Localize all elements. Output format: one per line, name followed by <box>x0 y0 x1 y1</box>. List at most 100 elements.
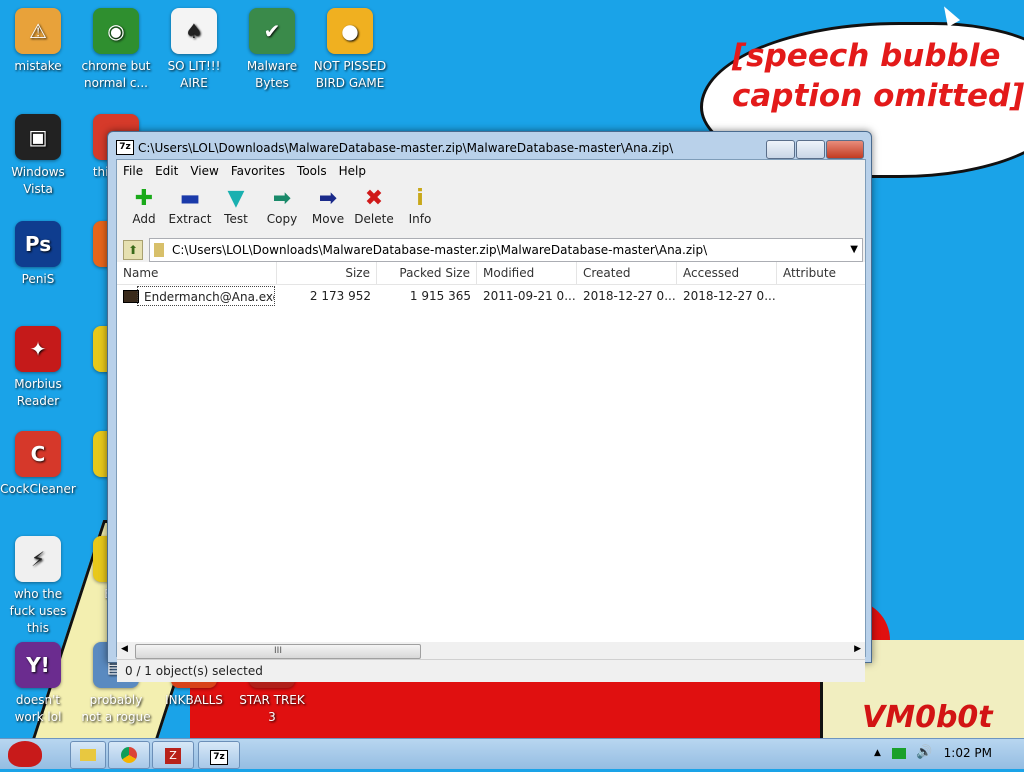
taskbar-filezilla-button[interactable]: Z <box>152 741 194 769</box>
file-modified-cell: 2011-09-21 0... <box>483 289 576 303</box>
column-accessed[interactable]: Accessed <box>677 262 777 284</box>
move-icon: ➡ <box>318 186 338 211</box>
window-title: C:\Users\LOL\Downloads\MalwareDatabase-m… <box>138 141 674 155</box>
test-icon: ▼ <box>227 186 245 211</box>
horizontal-scrollbar[interactable]: ◀ III ▶ <box>117 642 865 659</box>
desktop-icon-label: STAR TREK 3 <box>239 693 305 724</box>
taskbar-clock[interactable]: 1:02 PM <box>944 746 992 760</box>
delete-icon: ✖ <box>364 186 384 211</box>
taskbar-explorer-button[interactable] <box>70 741 106 769</box>
menu-edit[interactable]: Edit <box>149 160 184 182</box>
taskbar: Z 7z ▲ 🔊 1:02 PM <box>0 738 1024 769</box>
desktop-icon[interactable]: C CockCleaner <box>0 431 76 498</box>
menu-tools[interactable]: Tools <box>291 160 333 182</box>
scrollbar-thumb[interactable]: III <box>135 644 421 659</box>
menu-view[interactable]: View <box>184 160 224 182</box>
network-icon[interactable] <box>892 748 906 759</box>
taskbar-7zip-button[interactable]: 7z <box>198 741 240 769</box>
desktop-icon[interactable]: Ps PeniS <box>0 221 76 288</box>
desktop-icon-label: CockCleaner <box>0 482 76 496</box>
volume-icon[interactable]: 🔊 <box>916 745 932 760</box>
column-attributes[interactable]: Attribute <box>777 262 865 284</box>
table-row[interactable]: Endermanch@Ana.exe 2 173 952 1 915 365 2… <box>117 286 865 306</box>
column-name[interactable]: Name <box>117 262 277 284</box>
menu-file[interactable]: File <box>117 160 149 182</box>
column-header-row: Name Size Packed Size Modified Created A… <box>117 262 865 285</box>
desktop-icon-label: doesn't work lol <box>14 693 62 724</box>
file-accessed-cell: 2018-12-27 0... <box>683 289 776 303</box>
column-packed-size[interactable]: Packed Size <box>377 262 477 284</box>
desktop-icon[interactable]: ✔ Malware Bytes <box>234 8 310 92</box>
file-name-cell[interactable]: Endermanch@Ana.exe <box>137 286 275 306</box>
desktop-app-icon: ● <box>327 8 373 54</box>
test-button[interactable]: ▼ Test <box>213 186 259 226</box>
taskbar-chrome-button[interactable] <box>108 741 150 769</box>
info-icon: i <box>416 186 424 211</box>
column-size[interactable]: Size <box>277 262 377 284</box>
column-created[interactable]: Created <box>577 262 677 284</box>
toolbar-label: Info <box>408 212 432 226</box>
desktop-icon-label: Morbius Reader <box>14 377 62 408</box>
desktop-app-icon: Y! <box>15 642 61 688</box>
menu-favorites[interactable]: Favorites <box>225 160 291 182</box>
copy-button[interactable]: ➡ Copy <box>259 186 305 226</box>
desktop-icon-label: NOT PISSED BIRD GAME <box>313 59 387 90</box>
angry-bird-start-icon <box>8 741 42 767</box>
extract-button[interactable]: ▬ Extract <box>167 186 213 226</box>
toolbar-label: Copy <box>266 212 298 226</box>
file-attributes-cell <box>777 286 865 306</box>
desktop-icon-label: chrome but normal c... <box>81 59 151 90</box>
menu-help[interactable]: Help <box>333 160 372 182</box>
filezilla-icon: Z <box>165 748 181 764</box>
file-packed-size-cell: 1 915 365 <box>409 289 471 303</box>
desktop-app-icon: ◉ <box>93 8 139 54</box>
scroll-right-icon[interactable]: ▶ <box>854 644 861 654</box>
chevron-down-icon[interactable]: ▼ <box>850 239 858 261</box>
desktop-app-icon: Ps <box>15 221 61 267</box>
7zip-app-icon: 7z <box>116 140 134 155</box>
folder-icon <box>80 749 96 761</box>
desktop-icon[interactable]: ⚡ who the fuck uses this <box>0 536 76 637</box>
toolbar: ✚ Add ▬ Extract ▼ Test ➡ Copy ➡ Move ✖ Delete i Info <box>117 182 865 237</box>
delete-button[interactable]: ✖ Delete <box>351 186 397 226</box>
status-text: 0 / 1 object(s) selected <box>125 664 263 678</box>
desktop-app-icon: ✔ <box>249 8 295 54</box>
file-size-cell: 2 173 952 <box>309 289 371 303</box>
address-text: C:\Users\LOL\Downloads\MalwareDatabase-m… <box>172 243 708 257</box>
move-button[interactable]: ➡ Move <box>305 186 351 226</box>
address-input[interactable]: C:\Users\LOL\Downloads\MalwareDatabase-m… <box>149 238 863 262</box>
desktop-icon[interactable]: ● NOT PISSED BIRD GAME <box>312 8 388 92</box>
system-tray: ▲ 🔊 1:02 PM <box>854 739 1024 769</box>
scroll-left-icon[interactable]: ◀ <box>121 644 128 654</box>
start-button[interactable] <box>2 739 52 769</box>
desktop-icon[interactable]: ♠ SO LIT!!! AIRE <box>156 8 232 92</box>
desktop-icon[interactable]: ✦ Morbius Reader <box>0 326 76 410</box>
add-button[interactable]: ✚ Add <box>121 186 167 226</box>
desktop-icon[interactable]: ▣ Windows Vista <box>0 114 76 198</box>
show-hidden-icons-icon[interactable]: ▲ <box>874 748 881 758</box>
desktop-icon-label: probably not a rogue <box>81 693 151 724</box>
close-button[interactable] <box>826 140 864 159</box>
desktop-icon[interactable]: Y! doesn't work lol <box>0 642 76 726</box>
desktop-icon[interactable]: ⚠ mistake <box>0 8 76 75</box>
7zip-icon: 7z <box>210 750 228 765</box>
desktop-app-icon: ⚠ <box>15 8 61 54</box>
chrome-icon <box>121 747 137 763</box>
extract-icon: ▬ <box>179 186 201 211</box>
desktop-icon[interactable]: ◉ chrome but normal c... <box>78 8 154 92</box>
file-list: Name Size Packed Size Modified Created A… <box>117 262 865 642</box>
toolbar-label: Extract <box>168 212 212 226</box>
7zip-window: 7z C:\Users\LOL\Downloads\MalwareDatabas… <box>107 131 872 682</box>
speech-bubble-text: [speech bubble caption omitted] <box>732 38 1024 114</box>
add-icon: ✚ <box>134 186 154 211</box>
maximize-button[interactable] <box>796 140 825 159</box>
column-modified[interactable]: Modified <box>477 262 577 284</box>
menu-bar: File Edit View Favorites Tools Help <box>117 160 865 182</box>
desktop-icon-label: INKBALLS <box>165 693 223 707</box>
info-button[interactable]: i Info <box>397 186 443 226</box>
copy-icon: ➡ <box>272 186 292 211</box>
toolbar-label: Test <box>224 212 248 226</box>
desktop-icon-label: who the fuck uses this <box>9 587 67 635</box>
minimize-button[interactable] <box>766 140 795 159</box>
up-folder-button[interactable]: ⬆ <box>123 240 143 260</box>
